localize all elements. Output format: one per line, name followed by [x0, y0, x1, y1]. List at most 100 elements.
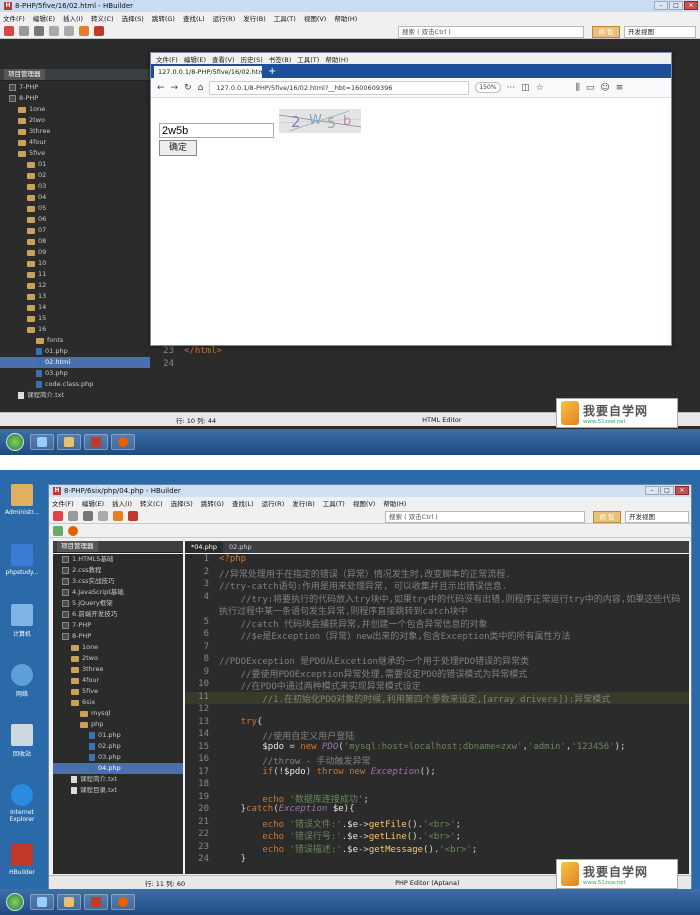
search-input[interactable]: 搜索 ( 双击Ctrl ) [385, 511, 585, 523]
tree-item[interactable]: 4four [0, 137, 150, 148]
tree-item[interactable]: 6six [53, 697, 183, 708]
run-icon[interactable] [94, 25, 104, 36]
pocket-icon[interactable]: ◫ [521, 83, 530, 93]
menu-item[interactable]: 编辑(E) [33, 13, 55, 23]
account-icon[interactable]: ☺ [600, 83, 609, 93]
menu-item[interactable]: 编辑(E) [82, 498, 104, 508]
tree-item[interactable]: 08 [0, 236, 150, 247]
tree-item[interactable]: 03.php [53, 752, 183, 763]
tree-item[interactable]: 7-PHP [53, 620, 183, 631]
desktop-icon-hbuilder[interactable]: HBuilder [0, 844, 44, 894]
menu-item[interactable]: 跳转(G) [152, 13, 175, 23]
tree-item[interactable]: 4four [53, 675, 183, 686]
tree-item[interactable]: code.class.php [0, 379, 150, 390]
code-editor[interactable]: 23 </html> 24 [150, 346, 672, 406]
vip-button[interactable]: 闻 智 [593, 511, 621, 523]
tab-project-manager[interactable]: 项目管理器 [4, 69, 45, 80]
new-tab-icon[interactable]: + [268, 66, 276, 78]
tree-item[interactable]: 01.php [0, 346, 150, 357]
redo-icon[interactable] [64, 25, 74, 36]
menu-item[interactable]: 编辑(E) [184, 54, 206, 64]
library-icon[interactable]: ⫼ [576, 83, 580, 93]
save-icon[interactable] [83, 510, 93, 521]
tree-item[interactable]: 04.php [53, 763, 183, 774]
undo-icon[interactable] [49, 25, 59, 36]
save-icon[interactable] [34, 25, 44, 36]
menu-item[interactable]: 发行(B) [243, 13, 266, 23]
taskbar-hbuilder[interactable] [84, 434, 108, 450]
captcha-image[interactable]: 2 W 5 b [279, 109, 361, 133]
vip-button[interactable]: 闻 智 [592, 26, 620, 38]
menu-item[interactable]: 插入(I) [63, 13, 83, 23]
taskbar-firefox[interactable] [111, 894, 135, 910]
open-icon[interactable] [68, 510, 78, 521]
new-file-icon[interactable] [53, 510, 63, 521]
close-button[interactable]: ✕ [675, 486, 689, 495]
open-icon[interactable] [19, 25, 29, 36]
tree-item[interactable]: 3.css实战技巧 [53, 576, 183, 587]
menu-item[interactable]: 转义(C) [91, 13, 114, 23]
menu-item[interactable]: 发行(B) [292, 498, 315, 508]
tree-item[interactable]: 03.php [0, 368, 150, 379]
tree-item[interactable]: 01.php [53, 730, 183, 741]
menu-item[interactable]: 工具(T) [297, 54, 319, 64]
menu-item[interactable]: 查找(L) [232, 498, 254, 508]
menu-item[interactable]: 转义(C) [140, 498, 163, 508]
tab-04-php[interactable]: *04.php [185, 542, 223, 553]
tree-item[interactable]: 2two [53, 653, 183, 664]
tree-item[interactable]: 10 [0, 258, 150, 269]
start-icon[interactable] [6, 433, 24, 451]
tree-item[interactable]: 5five [0, 148, 150, 159]
add-icon[interactable] [53, 525, 63, 536]
tree-item[interactable]: 3three [53, 664, 183, 675]
bookmark-icon[interactable] [113, 510, 123, 521]
taskbar-hbuilder[interactable] [84, 894, 108, 910]
menu-item[interactable]: 选择(S) [171, 498, 193, 508]
code-editor[interactable]: 1 <?php 2 //异常处理用于在指定的错误（异常）情况发生时,改变脚本的正常流程… [185, 554, 689, 874]
menu-item[interactable]: 查找(L) [183, 13, 205, 23]
tree-item[interactable]: 12 [0, 280, 150, 291]
sidebar-icon[interactable]: ▭ [586, 83, 595, 93]
tree-item[interactable]: 7-PHP [0, 82, 150, 93]
tree-item[interactable]: fonts [0, 335, 150, 346]
menu-item[interactable]: 工具(T) [274, 13, 296, 23]
menu-item[interactable]: 视图(V) [353, 498, 376, 508]
taskbar-files[interactable] [57, 434, 81, 450]
tree-item[interactable]: 07 [0, 225, 150, 236]
close-button[interactable]: ✕ [684, 1, 698, 10]
menu-item[interactable]: 查看(V) [212, 54, 235, 64]
menu-item[interactable]: 视图(V) [304, 13, 327, 23]
minimize-button[interactable]: – [645, 486, 659, 495]
tree-item[interactable]: 5.jQuery框架 [53, 598, 183, 609]
bookmark-star-icon[interactable]: ☆ [536, 83, 544, 93]
tab-02-php[interactable]: 02.php [223, 542, 258, 553]
desktop-icon-network[interactable]: 网络 [0, 664, 44, 714]
desktop-icon-computer[interactable]: 计算机 [0, 604, 44, 654]
menu-item[interactable]: 工具(T) [323, 498, 345, 508]
new-file-icon[interactable] [4, 25, 14, 36]
tree-item[interactable]: 02 [0, 170, 150, 181]
tree-item[interactable]: 02.php [53, 741, 183, 752]
tree-item[interactable]: 09 [0, 247, 150, 258]
tab-project-manager[interactable]: 项目管理器 [57, 541, 98, 552]
tree-item[interactable]: 2.css教程 [53, 565, 183, 576]
minimize-button[interactable]: – [654, 1, 668, 10]
tree-item[interactable]: 课程目录.txt [53, 785, 183, 796]
tree-item[interactable]: 14 [0, 302, 150, 313]
menu-item[interactable]: 历史(S) [241, 54, 263, 64]
tree-item[interactable]: 8-PHP [0, 93, 150, 104]
desktop-icon-phpstudy[interactable]: phpstudy... [0, 544, 44, 594]
menu-item[interactable]: 选择(S) [122, 13, 144, 23]
view-select[interactable]: 开发视图 [624, 26, 696, 38]
menu-item[interactable]: 跳转(G) [201, 498, 224, 508]
tree-item[interactable]: 8-PHP [53, 631, 183, 642]
tree-item[interactable]: 04 [0, 192, 150, 203]
tree-item[interactable]: mysql [53, 708, 183, 719]
tree-item[interactable]: 06 [0, 214, 150, 225]
tree-item[interactable]: 课程简介.txt [53, 774, 183, 785]
hamburger-menu-icon[interactable]: ≡ [616, 83, 624, 93]
tree-item[interactable]: 2two [0, 115, 150, 126]
url-bar[interactable]: 127.0.0.1/8-PHP/5five/16/02.html?__hbt=1… [209, 80, 470, 95]
forward-icon[interactable]: → [171, 83, 179, 93]
tree-item[interactable]: 11 [0, 269, 150, 280]
